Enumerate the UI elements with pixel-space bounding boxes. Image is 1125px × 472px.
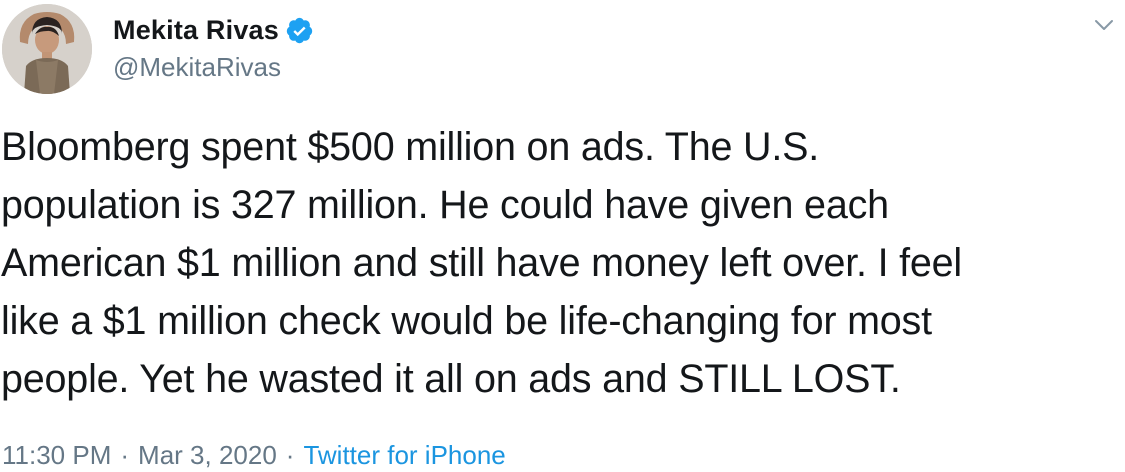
tweet-text: Bloomberg spent $500 million on ads. The… xyxy=(1,125,963,401)
verified-badge-icon xyxy=(285,16,314,45)
tweet-date[interactable]: Mar 3, 2020 xyxy=(138,440,277,471)
tweet-card: Mekita Rivas @MekitaRivas Bloomberg spen… xyxy=(0,0,1125,472)
meta-separator: · xyxy=(285,440,295,470)
tweet-time[interactable]: 11:30 PM xyxy=(2,440,111,471)
tweet-source-link[interactable]: Twitter for iPhone xyxy=(303,440,505,471)
display-name[interactable]: Mekita Rivas xyxy=(113,15,279,46)
username-handle[interactable]: @MekitaRivas xyxy=(113,52,281,83)
author-row: Mekita Rivas xyxy=(113,10,314,50)
chevron-down-icon[interactable] xyxy=(1093,14,1115,36)
meta-separator: · xyxy=(120,440,130,470)
avatar[interactable] xyxy=(2,4,92,94)
tweet-meta: 11:30 PM · Mar 3, 2020 · Twitter for iPh… xyxy=(2,440,506,471)
